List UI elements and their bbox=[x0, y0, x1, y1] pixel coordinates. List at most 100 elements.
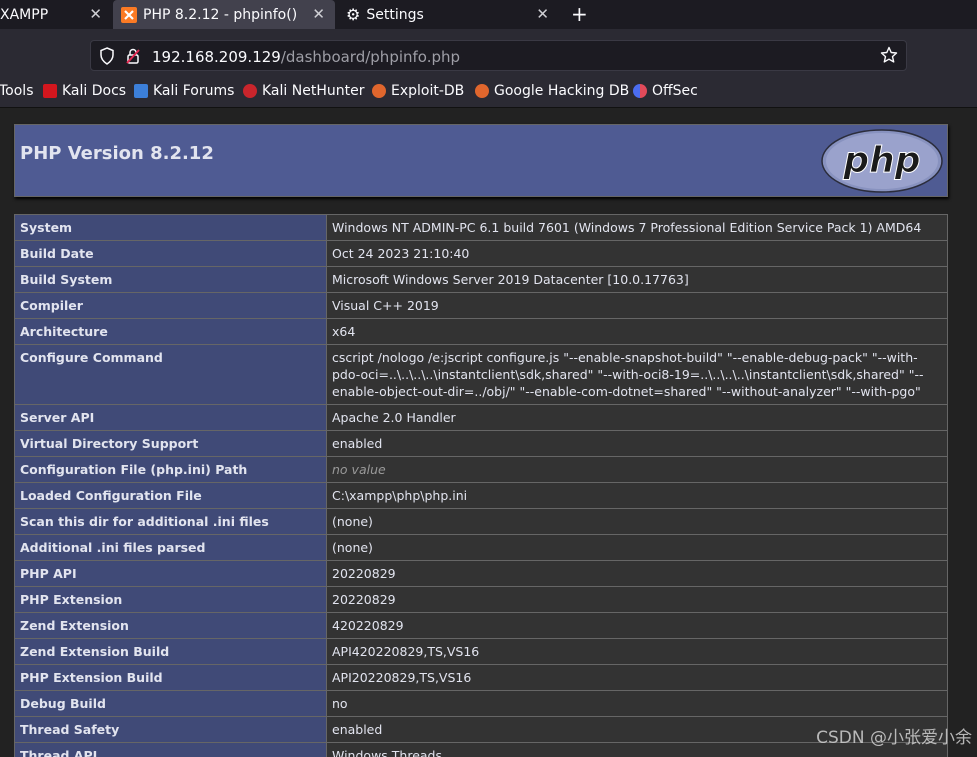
offsec-icon bbox=[633, 84, 647, 98]
table-row: Virtual Directory Support enabled bbox=[14, 430, 948, 457]
bookmark-label: Kali Forums bbox=[153, 83, 235, 99]
row-key: PHP API bbox=[14, 560, 327, 587]
close-tab-icon[interactable]: ✕ bbox=[89, 5, 102, 23]
bookmark-tools[interactable]: Tools bbox=[0, 83, 34, 99]
row-key: Zend Extension Build bbox=[14, 638, 327, 665]
url-text[interactable]: 192.168.209.129/dashboard/phpinfo.php bbox=[152, 48, 460, 66]
table-row: Architecture x64 bbox=[14, 318, 948, 345]
row-key: Zend Extension bbox=[14, 612, 327, 639]
bookmark-label: Kali NetHunter bbox=[262, 83, 365, 99]
tab-xampp[interactable]: XAMPP ✕ bbox=[0, 0, 112, 29]
row-value: 420220829 bbox=[326, 612, 948, 639]
row-key: Debug Build bbox=[14, 690, 327, 717]
row-value: Windows NT ADMIN-PC 6.1 build 7601 (Wind… bbox=[326, 214, 948, 241]
kali-docs-icon bbox=[43, 84, 57, 98]
bookmarks-toolbar: Tools Kali Docs Kali Forums Kali NetHunt… bbox=[0, 75, 977, 108]
row-value: C:\xampp\php\php.ini bbox=[326, 482, 948, 509]
row-key: Thread Safety bbox=[14, 716, 327, 743]
row-value: no bbox=[326, 690, 948, 717]
csdn-watermark: CSDN @小张爱小余 bbox=[816, 728, 972, 748]
ghdb-icon bbox=[475, 84, 489, 98]
tab-title: PHP 8.2.12 - phpinfo() bbox=[143, 6, 298, 23]
row-value: Apache 2.0 Handler bbox=[326, 404, 948, 431]
row-key: Loaded Configuration File bbox=[14, 482, 327, 509]
table-row: Loaded Configuration File C:\xampp\php\ph… bbox=[14, 482, 948, 509]
row-key: PHP Extension bbox=[14, 586, 327, 613]
table-row: Configure Command cscript /nologo /e:jscr… bbox=[14, 344, 948, 405]
new-tab-button[interactable]: + bbox=[571, 2, 588, 26]
row-value: (none) bbox=[326, 508, 948, 535]
exploit-db-icon bbox=[372, 84, 386, 98]
row-value: Visual C++ 2019 bbox=[326, 292, 948, 319]
row-value: API420220829,TS,VS16 bbox=[326, 638, 948, 665]
php-version-title: PHP Version 8.2.12 bbox=[20, 143, 214, 164]
bookmark-kali-forums[interactable]: Kali Forums bbox=[134, 83, 234, 99]
bookmark-exploit-db[interactable]: Exploit-DB bbox=[372, 83, 464, 99]
php-logo-text: php bbox=[842, 140, 920, 181]
row-key: Configure Command bbox=[14, 344, 327, 405]
table-row: Scan this dir for additional .ini files(… bbox=[14, 508, 948, 535]
url-host: 192.168.209.129 bbox=[152, 48, 281, 66]
php-logo-icon[interactable]: php bbox=[820, 128, 944, 194]
table-row: Zend Extension Build API420220829,TS,VS16 bbox=[14, 638, 948, 665]
nethunter-icon bbox=[243, 84, 257, 98]
tab-phpinfo[interactable]: PHP 8.2.12 - phpinfo() ✕ bbox=[113, 0, 335, 29]
row-value: x64 bbox=[326, 318, 948, 345]
row-key: Compiler bbox=[14, 292, 327, 319]
tab-settings[interactable]: ⚙ Settings ✕ bbox=[337, 0, 559, 29]
table-row: PHP API 20220829 bbox=[14, 560, 948, 587]
shield-icon[interactable] bbox=[99, 47, 115, 69]
row-key: Additional .ini files parsed bbox=[14, 534, 327, 561]
row-key: Build Date bbox=[14, 240, 327, 267]
table-row: PHP Extension Build API20220829,TS,VS16 bbox=[14, 664, 948, 691]
bookmark-offsec[interactable]: OffSec bbox=[633, 83, 698, 99]
row-value: (none) bbox=[326, 534, 948, 561]
navigation-bar: 192.168.209.129/dashboard/phpinfo.php bbox=[0, 29, 977, 75]
table-row: Server API Apache 2.0 Handler bbox=[14, 404, 948, 431]
php-version-header: PHP Version 8.2.12 php bbox=[14, 124, 948, 197]
row-key: Server API bbox=[14, 404, 327, 431]
table-row: System Windows NT ADMIN-PC 6.1 build 7601… bbox=[14, 214, 948, 241]
url-path: /dashboard/phpinfo.php bbox=[280, 48, 461, 66]
bookmark-label: Google Hacking DB bbox=[494, 83, 630, 99]
row-key: Virtual Directory Support bbox=[14, 430, 327, 457]
bookmark-kali-nethunter[interactable]: Kali NetHunter bbox=[243, 83, 364, 99]
row-key: Configuration File (php.ini) Path bbox=[14, 456, 327, 483]
bookmark-kali-docs[interactable]: Kali Docs bbox=[43, 83, 126, 99]
table-row: Zend Extension 420220829 bbox=[14, 612, 948, 639]
bookmark-star-icon[interactable] bbox=[880, 46, 898, 68]
table-row: Compiler Visual C++ 2019 bbox=[14, 292, 948, 319]
php-info-table: System Windows NT ADMIN-PC 6.1 build 7601… bbox=[14, 214, 948, 757]
table-row: Additional .ini files parsed (none) bbox=[14, 534, 948, 561]
row-key: Build System bbox=[14, 266, 327, 293]
tab-title: XAMPP bbox=[0, 6, 49, 23]
bookmark-label: OffSec bbox=[652, 83, 698, 99]
row-value: enabled bbox=[326, 430, 948, 457]
xampp-favicon-icon bbox=[121, 6, 137, 23]
table-row: Thread API Windows Threads bbox=[14, 742, 948, 757]
table-row: Debug Build no bbox=[14, 690, 948, 717]
bookmark-label: Kali Docs bbox=[62, 83, 127, 99]
row-key: PHP Extension Build bbox=[14, 664, 327, 691]
bookmark-google-hacking-db[interactable]: Google Hacking DB bbox=[475, 83, 629, 99]
row-value: Microsoft Windows Server 2019 Datacenter… bbox=[326, 266, 948, 293]
page-content: PHP Version 8.2.12 php System Windows NT … bbox=[0, 108, 977, 757]
kali-forums-icon bbox=[134, 84, 148, 98]
tab-title: Settings bbox=[366, 6, 424, 23]
row-key: System bbox=[14, 214, 327, 241]
gear-icon: ⚙ bbox=[346, 5, 361, 24]
row-value: 20220829 bbox=[326, 560, 948, 587]
url-bar[interactable]: 192.168.209.129/dashboard/phpinfo.php bbox=[90, 40, 907, 71]
close-tab-icon[interactable]: ✕ bbox=[536, 5, 549, 23]
tab-strip: XAMPP ✕ PHP 8.2.12 - phpinfo() ✕ ⚙ Setti… bbox=[0, 0, 977, 29]
row-value: no value bbox=[326, 456, 948, 483]
insecure-lock-icon[interactable] bbox=[125, 47, 141, 69]
bookmark-label: Exploit-DB bbox=[391, 83, 465, 99]
row-value: cscript /nologo /e:jscript configure.js … bbox=[326, 344, 948, 405]
table-row: Thread Safety enabled bbox=[14, 716, 948, 743]
close-tab-icon[interactable]: ✕ bbox=[312, 5, 325, 23]
row-key: Thread API bbox=[14, 742, 327, 757]
table-row: Build Date Oct 24 2023 21:10:40 bbox=[14, 240, 948, 267]
table-row: PHP Extension 20220829 bbox=[14, 586, 948, 613]
row-value: Oct 24 2023 21:10:40 bbox=[326, 240, 948, 267]
